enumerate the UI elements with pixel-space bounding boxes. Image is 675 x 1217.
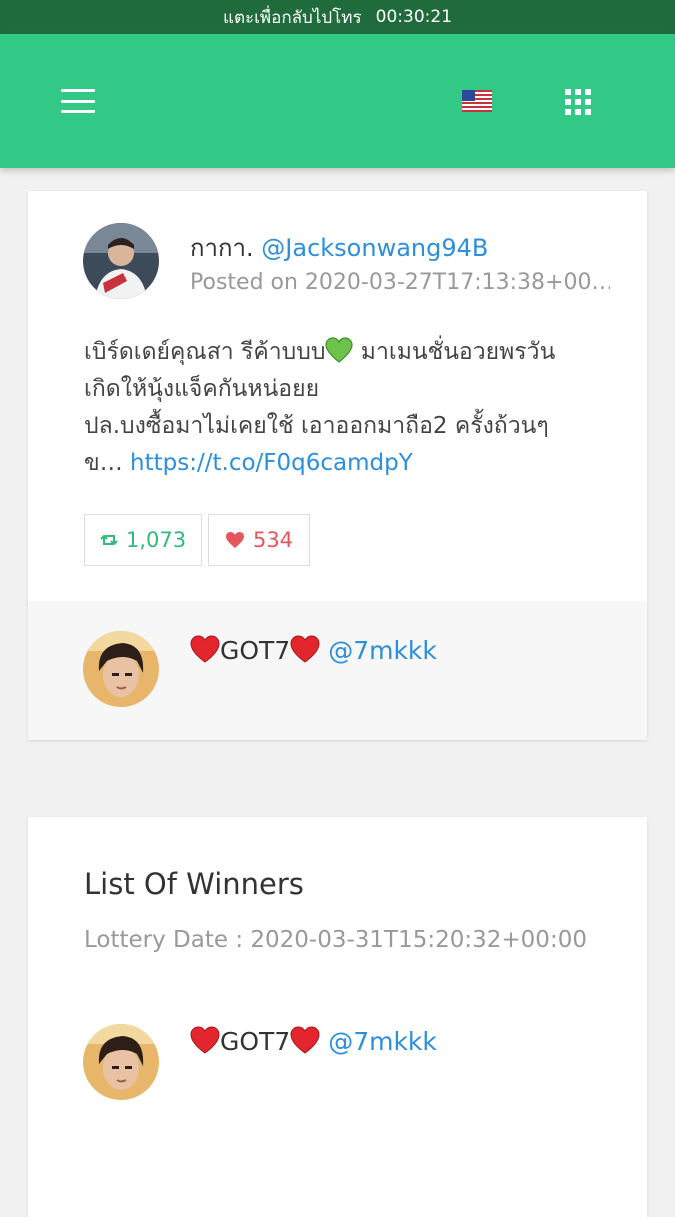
red-heart-emoji-icon xyxy=(190,635,220,663)
winner-preview-row: GOT7 @7mkkk xyxy=(28,601,647,740)
tweet-text-line: เบิร์ดเดย์คุณสา รีค้าบบบ xyxy=(84,339,326,365)
tweet-text-line: เกิดให้นุ้งแจ็คกันหน่อยย xyxy=(84,376,320,402)
author-avatar[interactable] xyxy=(83,223,159,299)
winner-name-line: GOT7 @7mkkk xyxy=(190,635,437,665)
us-flag-icon[interactable] xyxy=(462,90,492,112)
winners-title: List Of Winners xyxy=(84,867,304,901)
winner-name-line: GOT7 @7mkkk xyxy=(190,1026,437,1056)
post-timestamp: Posted on 2020-03-27T17:13:38+00… xyxy=(190,270,610,295)
author-line: กากา. @Jacksonwang94B xyxy=(190,228,488,267)
retweet-icon xyxy=(100,534,118,546)
app-bar xyxy=(0,34,675,168)
winners-card: List Of Winners Lottery Date : 2020-03-3… xyxy=(28,817,647,1217)
winner-handle[interactable]: @7mkkk xyxy=(328,1027,437,1056)
winner-avatar[interactable] xyxy=(83,631,159,707)
return-to-call-text: แตะเพื่อกลับไปโทร xyxy=(222,7,362,28)
tweet-card: กากา. @Jacksonwang94B Posted on 2020-03-… xyxy=(28,191,647,740)
retweet-count-button[interactable]: 1,073 xyxy=(84,514,202,566)
tweet-text-line: ปล.บงซื้อมาไม่เคยใช้ เอาออกมาถือ2 ครั้งถ… xyxy=(84,413,549,439)
winner-name: GOT7 xyxy=(220,1027,291,1056)
tweet-text-line: มาเมนชั่นอวยพรวัน xyxy=(353,339,556,365)
author-handle[interactable]: @Jacksonwang94B xyxy=(261,234,488,262)
call-status-bar[interactable]: แตะเพื่อกลับไปโทร 00:30:21 xyxy=(0,0,675,34)
winner-avatar[interactable] xyxy=(83,1024,159,1100)
winner-name: GOT7 xyxy=(220,636,291,665)
call-timer: 00:30:21 xyxy=(375,7,453,27)
tweet-text-truncated: ข… xyxy=(84,450,131,476)
red-heart-emoji-icon xyxy=(290,1026,320,1054)
grid-apps-icon[interactable] xyxy=(565,89,591,115)
like-count: 534 xyxy=(252,528,294,552)
like-count-button[interactable]: 534 xyxy=(208,514,310,566)
tweet-link[interactable]: https://t.co/F0q6camdpY xyxy=(130,450,413,476)
author-name: กากา. xyxy=(190,234,254,262)
heart-icon xyxy=(225,532,244,548)
tweet-text: เบิร์ดเดย์คุณสา รีค้าบบบ มาเมนชั่นอวยพรว… xyxy=(84,334,604,482)
green-heart-emoji-icon xyxy=(325,337,354,363)
hamburger-menu-icon[interactable] xyxy=(61,89,95,113)
lottery-date: Lottery Date : 2020-03-31T15:20:32+00:00 xyxy=(84,927,587,953)
red-heart-emoji-icon xyxy=(190,1026,220,1054)
red-heart-emoji-icon xyxy=(290,635,320,663)
retweet-count: 1,073 xyxy=(125,528,187,552)
winner-handle[interactable]: @7mkkk xyxy=(328,636,437,665)
